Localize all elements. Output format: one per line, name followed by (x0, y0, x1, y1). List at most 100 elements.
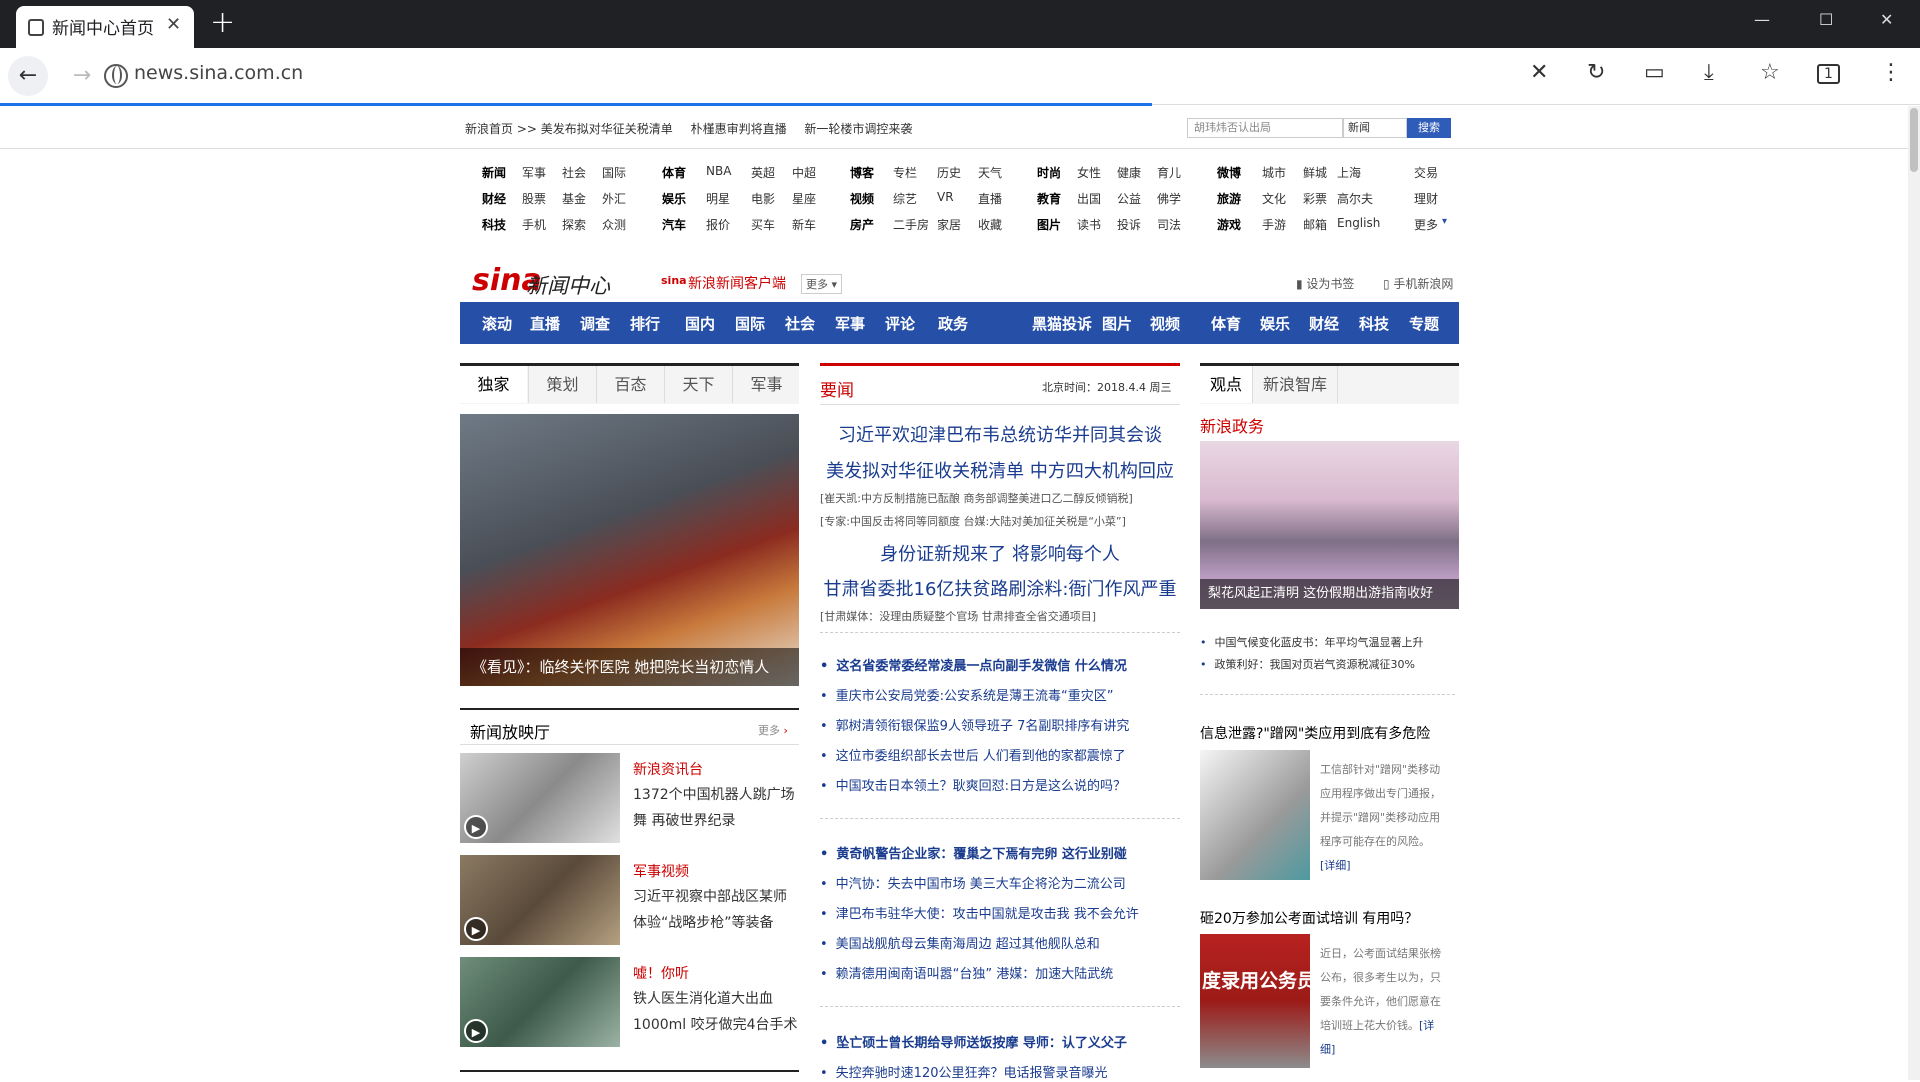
menu-icon[interactable]: ⋮ (1880, 60, 1902, 85)
headline-link[interactable]: 美发拟对华征收关税清单 中方四大机构回应 (820, 457, 1180, 483)
news-link[interactable]: 这名省委常委经常凌晨一点向副手发微信 什么情况 (820, 655, 1127, 674)
channel-link[interactable]: 司法 (1157, 216, 1181, 233)
sub-headline-link[interactable]: [崔天凯:中方反制措施已酝酿 商务部调整美进口乙二醇反倾销税] (820, 490, 1133, 506)
main-nav-item[interactable]: 视频 (1150, 313, 1180, 334)
channel-link[interactable]: 城市 (1262, 164, 1286, 181)
main-nav-item[interactable]: 排行 (630, 313, 660, 334)
channel-link[interactable]: 天气 (978, 164, 1002, 181)
channel-link[interactable]: 外汇 (602, 190, 626, 207)
video-more-link[interactable]: 更多 › (758, 722, 788, 738)
channel-link[interactable]: 博客 (850, 164, 874, 181)
main-nav-item[interactable]: 军事 (835, 313, 865, 334)
channel-link[interactable]: 鲜城 (1303, 164, 1327, 181)
new-tab-button[interactable]: + (210, 6, 235, 40)
channel-link[interactable]: 交易 (1414, 164, 1438, 181)
channel-link[interactable]: 文化 (1262, 190, 1286, 207)
news-link[interactable]: 美国战舰航母云集南海周边 超过其他舰队总和 (820, 933, 1100, 952)
feature-photo-caption[interactable]: 《看见》：临终关怀医院 她把院长当初恋情人 (460, 648, 799, 686)
play-icon[interactable]: ▶ (464, 1019, 488, 1043)
scrollbar-thumb[interactable] (1910, 108, 1918, 172)
channel-link[interactable]: 探索 (562, 216, 586, 233)
channel-link[interactable]: 体育 (662, 164, 686, 181)
video-thumbnail[interactable]: ▶ (460, 753, 620, 843)
breadcrumb-home-link[interactable]: 新浪首页 >> 美发布拟对华征关税清单 (465, 122, 673, 136)
search-input[interactable]: 胡玮炜否认出局 (1187, 118, 1343, 138)
reload-icon[interactable]: ↻ (1587, 60, 1605, 85)
back-button[interactable]: ← (8, 56, 48, 96)
story-title[interactable]: 信息泄露?"蹭网"类应用到底有多危险 (1200, 723, 1430, 743)
video-item[interactable]: ▶ 嘘！你听 铁人医生消化道大出血 1000ml 咬牙做完4台手术 (460, 957, 799, 1047)
channel-link[interactable]: 视频 (850, 190, 874, 207)
channel-link[interactable]: 时尚 (1037, 164, 1061, 181)
gov-affairs-title[interactable]: 新浪政务 (1200, 413, 1264, 437)
search-button[interactable]: 搜索 (1407, 118, 1451, 138)
channel-link[interactable]: 出国 (1077, 190, 1101, 207)
main-nav-item[interactable]: 国际 (735, 313, 765, 334)
news-link[interactable]: 失控奔驰时速120公里狂奔？电话报警录音曝光 (820, 1062, 1108, 1081)
left-tab[interactable]: 百态 (596, 366, 664, 403)
tab-count-icon[interactable]: 1 (1817, 64, 1840, 84)
story-image[interactable] (1200, 750, 1310, 880)
channel-link[interactable]: 女性 (1077, 164, 1101, 181)
channel-link[interactable]: 游戏 (1217, 216, 1241, 233)
main-nav-item[interactable]: 直播 (530, 313, 560, 334)
tab-viewpoint[interactable]: 观点 (1200, 366, 1252, 403)
chevron-down-icon[interactable]: ▾ (1442, 216, 1447, 227)
main-nav-item[interactable]: 滚动 (482, 313, 512, 334)
video-category[interactable]: 新浪资讯台 (633, 759, 703, 779)
stop-loading-icon[interactable]: ✕ (1530, 60, 1548, 85)
main-nav-item[interactable]: 图片 (1102, 313, 1132, 334)
video-category[interactable]: 军事视频 (633, 861, 689, 881)
left-tab[interactable]: 独家 (460, 366, 527, 403)
channel-link[interactable]: 读书 (1077, 216, 1101, 233)
channel-link[interactable]: 基金 (562, 190, 586, 207)
channel-link[interactable]: 育儿 (1157, 164, 1181, 181)
channel-link[interactable]: 佛学 (1157, 190, 1181, 207)
browser-tab[interactable]: 新闻中心首页 ✕ (16, 6, 194, 48)
app-download-link[interactable]: 新浪新闻客户端 (688, 273, 786, 293)
video-category[interactable]: 嘘！你听 (633, 963, 689, 983)
left-tab[interactable]: 策划 (528, 366, 596, 403)
search-category-select[interactable]: 新闻 (1343, 118, 1407, 138)
channel-link[interactable]: 股票 (522, 190, 546, 207)
forward-button[interactable]: → (62, 56, 102, 96)
channel-link[interactable]: 社会 (562, 164, 586, 181)
channel-link[interactable]: 中超 (792, 164, 816, 181)
left-tab[interactable]: 天下 (664, 366, 732, 403)
video-title-line[interactable]: 1000ml 咬牙做完4台手术 (633, 1014, 798, 1034)
channel-link[interactable]: 娱乐 (662, 190, 686, 207)
desktop-site-icon[interactable]: ▭ (1644, 60, 1665, 85)
channel-link[interactable]: 微博 (1217, 164, 1241, 181)
channel-link[interactable]: 彩票 (1303, 190, 1327, 207)
set-bookmark-link[interactable]: ▮ 设为书签 (1296, 275, 1354, 292)
news-link[interactable]: 重庆市公安局党委:公安系统是薄王流毒“重灾区” (820, 685, 1114, 704)
channel-link[interactable]: 买车 (751, 216, 775, 233)
scrollbar-track[interactable] (1908, 106, 1920, 1080)
main-nav-item[interactable]: 科技 (1359, 313, 1389, 334)
video-item[interactable]: ▶ 军事视频 习近平视察中部战区某师 体验“战略步枪”等装备 (460, 855, 799, 945)
channel-link[interactable]: 明星 (706, 190, 730, 207)
video-thumbnail[interactable]: ▶ (460, 957, 620, 1047)
gov-affairs-photo[interactable]: 梨花风起正清明 这份假期出游指南收好 (1200, 441, 1459, 609)
main-nav-item[interactable]: 体育 (1211, 313, 1241, 334)
main-nav-item[interactable]: 国内 (685, 313, 715, 334)
download-icon[interactable]: ⤓ (1704, 60, 1714, 85)
channel-link[interactable]: 新闻 (482, 164, 506, 181)
channel-link[interactable]: 星座 (792, 190, 816, 207)
channel-link[interactable]: 历史 (937, 164, 961, 181)
channel-link[interactable]: 电影 (751, 190, 775, 207)
channel-link[interactable]: 旅游 (1217, 190, 1241, 207)
channel-link[interactable]: 军事 (522, 164, 546, 181)
news-link[interactable]: 中国攻击日本领土？耿爽回怼:日方是这么说的吗？ (820, 775, 1126, 794)
channel-link[interactable]: 公益 (1117, 190, 1141, 207)
channel-link[interactable]: 高尔夫 (1337, 190, 1373, 207)
news-link[interactable]: 黄奇帆警告企业家：覆巢之下焉有完卵 这行业别碰 (820, 843, 1127, 862)
main-nav-item[interactable]: 黑猫投诉 (1032, 313, 1092, 334)
video-title-line[interactable]: 习近平视察中部战区某师 (633, 886, 787, 906)
main-nav-item[interactable]: 评论 (885, 313, 915, 334)
mobile-site-link[interactable]: ▯ 手机新浪网 (1383, 275, 1453, 292)
video-title-line[interactable]: 舞 再破世界纪录 (633, 810, 735, 830)
news-link[interactable]: 郭树清领衔银保监9人领导班子 7名副职排序有讲究 (820, 715, 1130, 734)
sub-headline-link[interactable]: [专家:中国反击将同等同额度 台媒:大陆对美加征关税是“小菜”] (820, 513, 1126, 529)
main-nav-item[interactable]: 娱乐 (1260, 313, 1290, 334)
